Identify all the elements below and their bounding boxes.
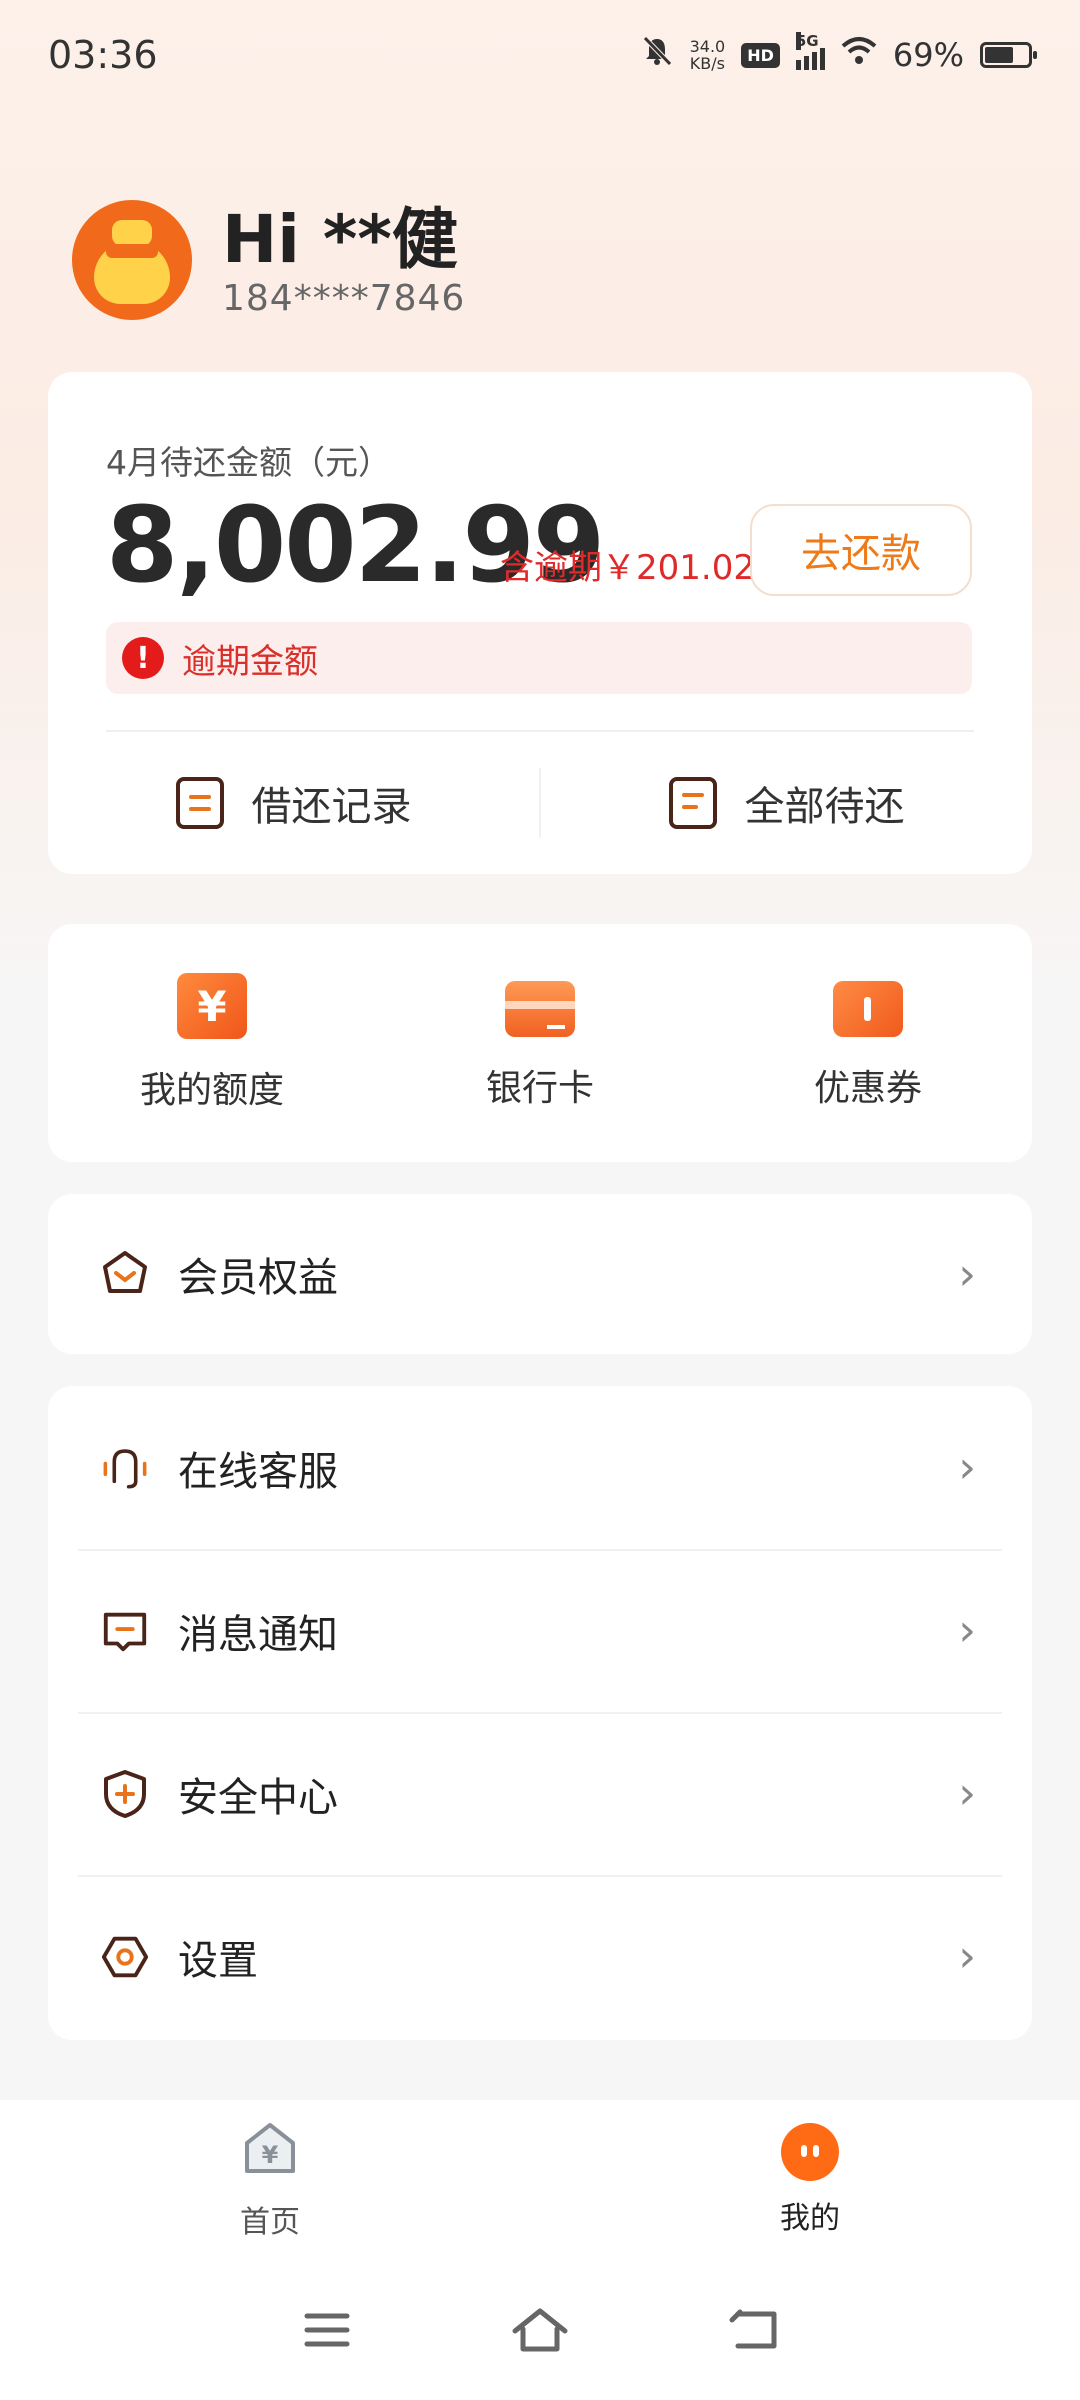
all-pending-button[interactable]: 全部待还	[539, 768, 1032, 838]
message-icon	[100, 1606, 150, 1656]
chevron-right-icon: ›	[958, 1248, 976, 1300]
tab-home[interactable]: ¥ 首页	[0, 2100, 540, 2260]
coupon-icon	[833, 981, 903, 1037]
phone-number: 184****7846	[222, 277, 466, 319]
overdue-banner[interactable]: ! 逾期金额	[106, 622, 972, 694]
menu-label: 在线客服	[178, 1448, 338, 1495]
repay-button[interactable]: 去还款	[750, 504, 972, 596]
home-yen-icon: ¥	[241, 2119, 299, 2185]
net-speed-unit: KB/s	[689, 54, 725, 73]
status-bar: 03:36 34.0 KB/s HD 5G 69%	[0, 0, 1080, 110]
tab-me[interactable]: 我的	[540, 2100, 1080, 2260]
menu-label: 消息通知	[178, 1611, 338, 1658]
system-nav-bar	[0, 2260, 1080, 2400]
quick-link-bank-card[interactable]: 银行卡	[376, 924, 704, 1162]
menu-label: 设置	[178, 1937, 258, 1984]
chevron-right-icon: ›	[958, 1442, 976, 1493]
member-badge-icon	[100, 1249, 150, 1299]
bill-actions: 借还记录 全部待还	[48, 732, 1032, 874]
shield-icon	[100, 1769, 150, 1819]
avatar[interactable]	[72, 200, 192, 320]
menu-label: 安全中心	[178, 1774, 338, 1821]
quick-link-label: 我的额度	[139, 1070, 284, 1111]
document-icon	[668, 777, 717, 829]
bell-muted-icon	[640, 34, 674, 76]
menu-list-card: 在线客服 › 消息通知 › 安全中心 › 设置 ›	[48, 1386, 1032, 2040]
menu-item-settings[interactable]: 设置 ›	[48, 1875, 1032, 2038]
wifi-icon	[841, 36, 877, 74]
chevron-right-icon: ›	[958, 1605, 976, 1656]
net-speed: 34.0 KB/s	[690, 38, 726, 72]
menu-icon[interactable]	[297, 2305, 357, 2355]
quick-link-quota[interactable]: ¥ 我的额度	[48, 924, 376, 1162]
status-time: 03:36	[48, 33, 158, 77]
signal-icon: 5G	[795, 32, 825, 70]
bill-label: 4月待还金额（元）	[106, 443, 391, 482]
hd-badge: HD	[741, 42, 780, 68]
yen-quota-icon: ¥	[177, 973, 247, 1039]
overdue-note: 含逾期￥201.02	[500, 548, 755, 588]
quick-link-label: 优惠券	[813, 1068, 922, 1109]
smile-face-icon	[781, 2123, 839, 2181]
chevron-right-icon: ›	[958, 1768, 976, 1819]
loan-records-button[interactable]: 借还记录	[48, 732, 539, 874]
home-nav-icon[interactable]	[510, 2305, 570, 2355]
menu-label: 会员权益	[178, 1255, 338, 1301]
profile-header[interactable]: Hi **健 184****7846	[72, 200, 465, 320]
menu-item-notifications[interactable]: 消息通知 ›	[48, 1549, 1032, 1712]
menu-item-customer-service[interactable]: 在线客服 ›	[48, 1386, 1032, 1549]
tab-home-label: 首页	[240, 2205, 300, 2240]
loan-records-label: 借还记录	[251, 784, 412, 830]
menu-item-member-benefits[interactable]: 会员权益 ›	[48, 1194, 1032, 1354]
headset-icon	[100, 1443, 150, 1493]
settings-icon	[100, 1932, 150, 1982]
chevron-right-icon: ›	[958, 1931, 976, 1982]
quick-link-coupon[interactable]: 优惠券	[704, 924, 1032, 1162]
overdue-banner-text: 逾期金额	[182, 641, 318, 682]
warning-icon: !	[122, 637, 164, 679]
battery-percent: 69%	[892, 36, 964, 74]
svg-text:¥: ¥	[262, 2141, 279, 2169]
quick-link-label: 银行卡	[485, 1068, 594, 1109]
member-card: 会员权益 ›	[48, 1194, 1032, 1354]
exchange-record-icon	[175, 777, 224, 829]
all-pending-label: 全部待还	[744, 784, 905, 830]
network-type: 5G	[795, 32, 819, 50]
menu-item-security-center[interactable]: 安全中心 ›	[48, 1712, 1032, 1875]
greeting: Hi **健	[222, 200, 458, 278]
tab-me-label: 我的	[780, 2201, 840, 2236]
battery-icon	[980, 42, 1037, 68]
bill-card: 4月待还金额（元） 8,002.99 含逾期￥201.02 去还款 ! 逾期金额…	[48, 372, 1032, 874]
back-icon[interactable]	[723, 2305, 783, 2355]
bottom-tab-bar: ¥ 首页 我的	[0, 2100, 1080, 2260]
bank-card-icon	[505, 981, 575, 1037]
net-speed-value: 34.0	[689, 37, 726, 56]
status-icons: 34.0 KB/s HD 5G 69%	[640, 32, 1037, 76]
quick-links-card: ¥ 我的额度 银行卡 优惠券	[48, 924, 1032, 1162]
